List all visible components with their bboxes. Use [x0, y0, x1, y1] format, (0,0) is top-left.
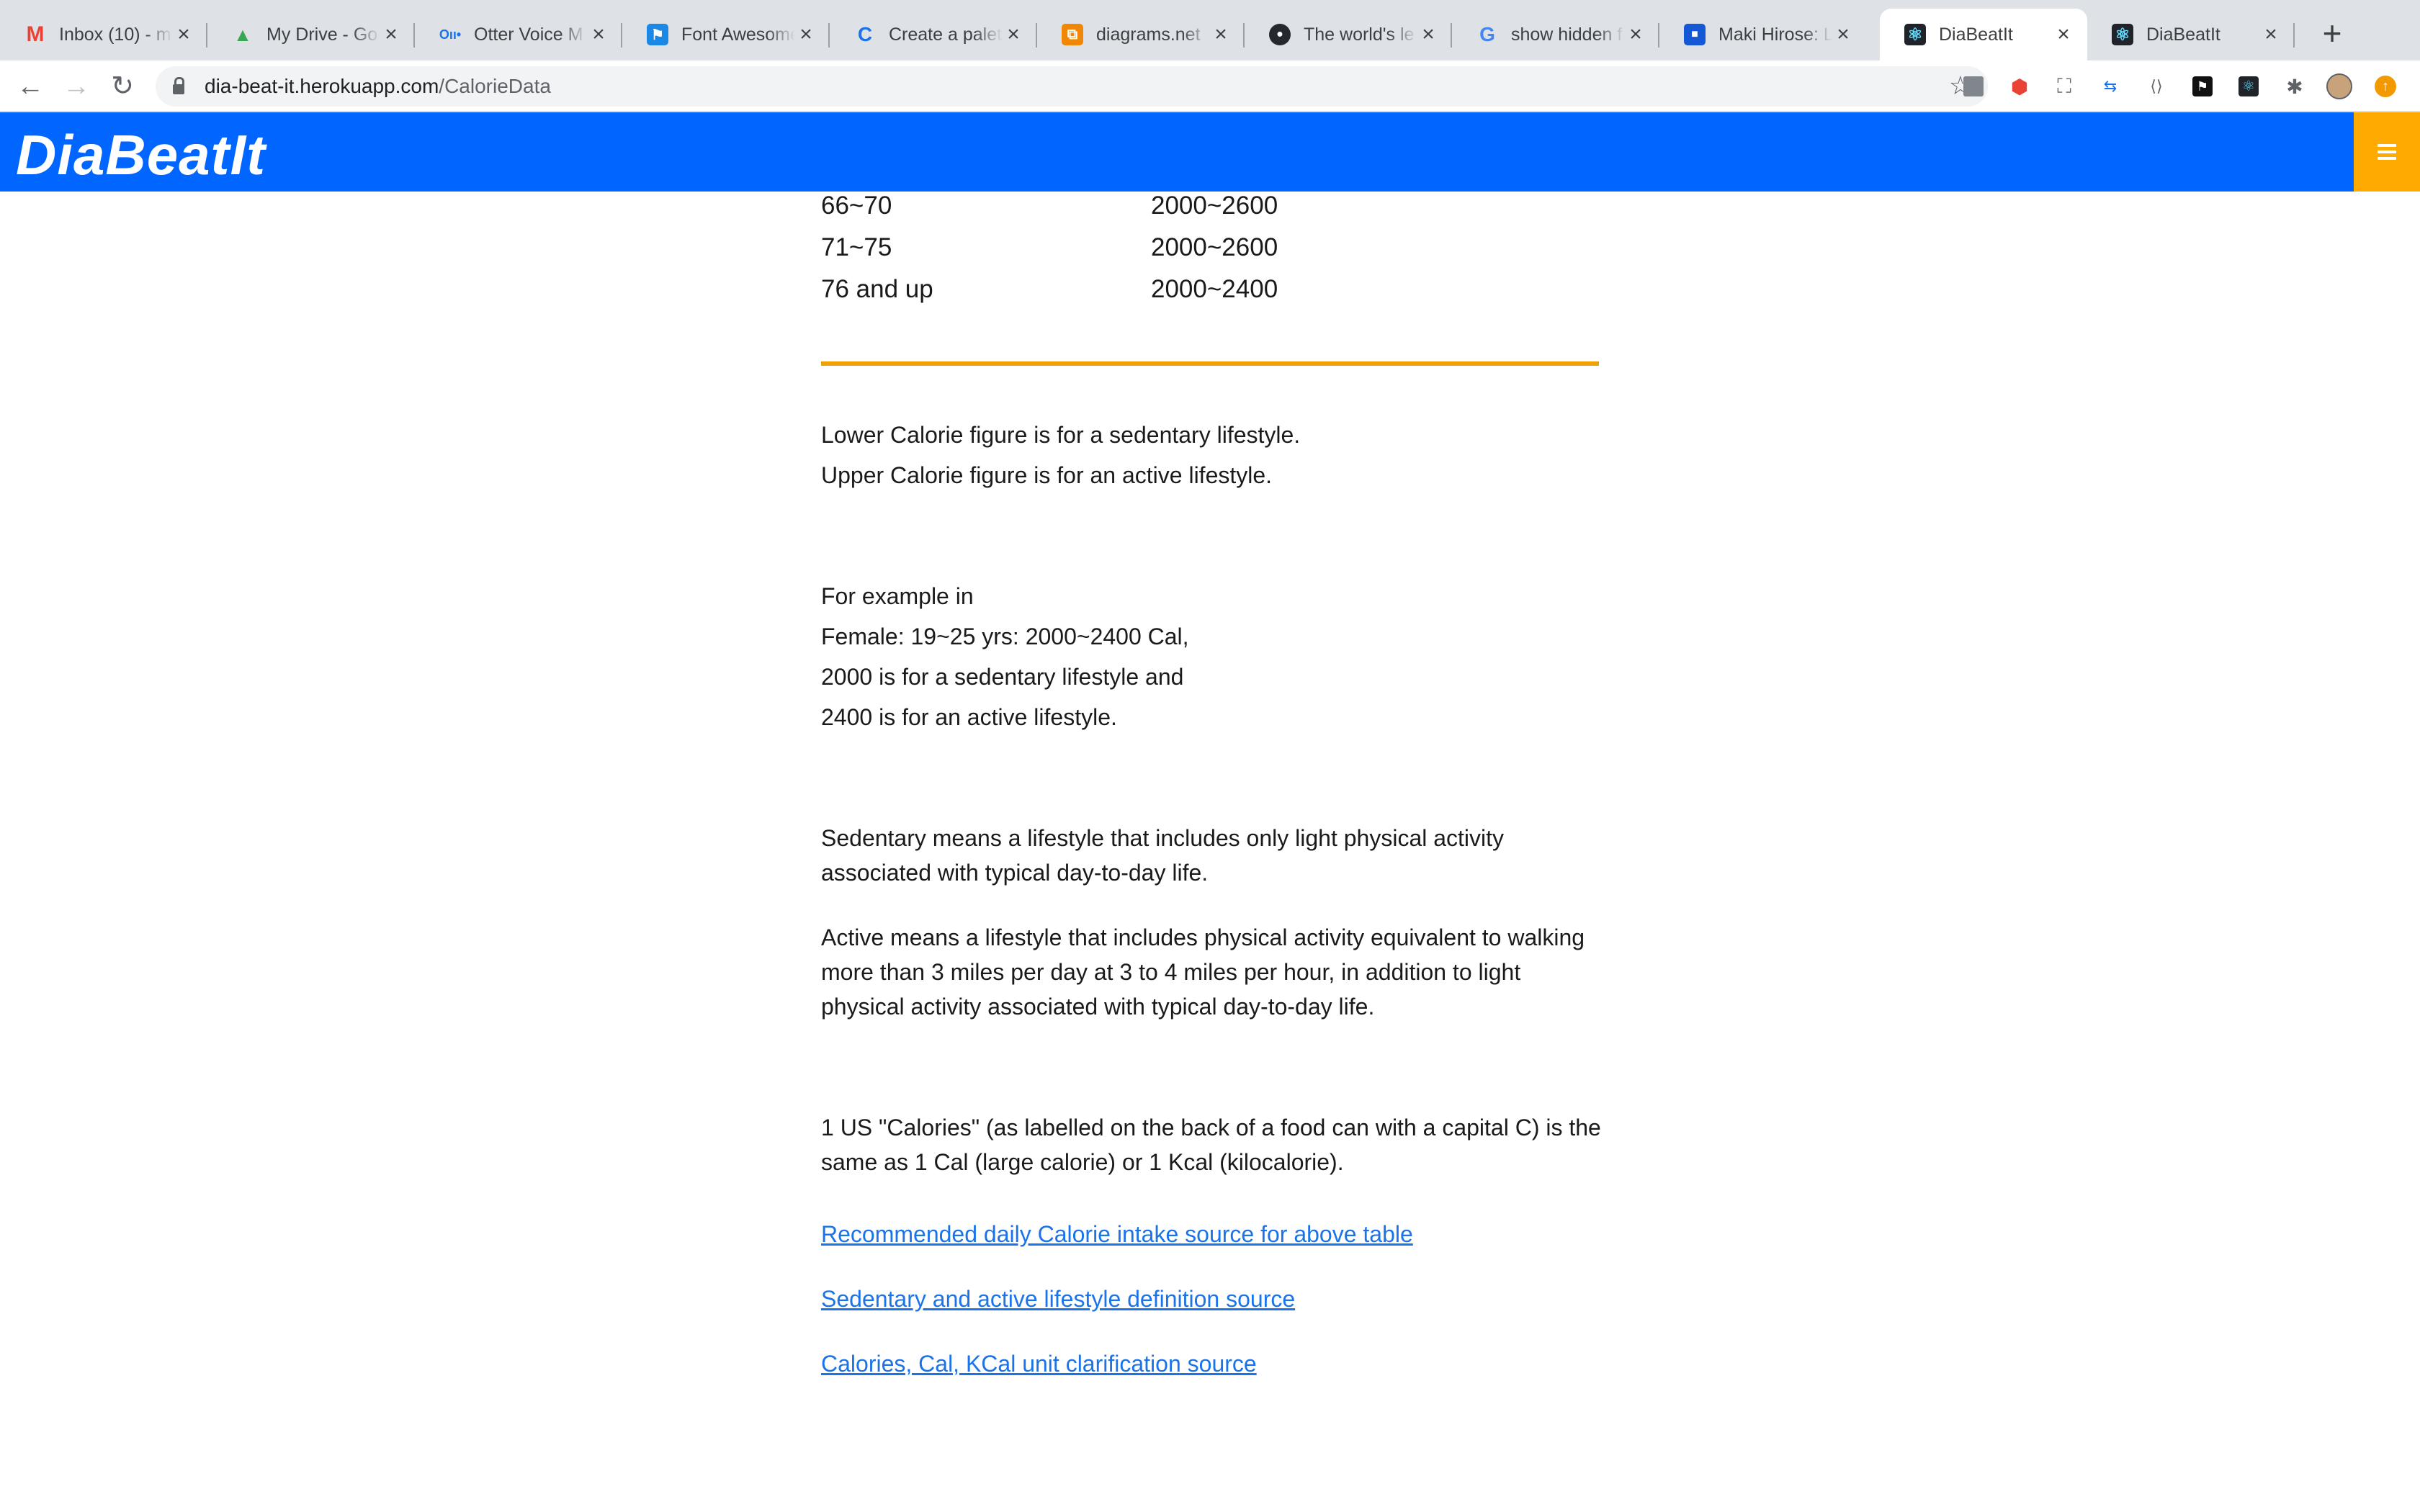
tab-github[interactable]: ● The world's le ×	[1245, 9, 1452, 60]
tab-coolors[interactable]: C Create a palet ×	[830, 9, 1037, 60]
google-icon: G	[1479, 23, 1495, 45]
react-devtools-icon[interactable]: ⚛	[2234, 72, 2263, 101]
example-line: Female: 19~25 yrs: 2000~2400 Cal,	[821, 624, 1189, 649]
close-icon[interactable]: ×	[795, 22, 817, 47]
calorie-intake-source-link[interactable]: Recommended daily Calorie intake source …	[821, 1221, 1413, 1248]
tab-diabeatit[interactable]: ⚛ DiaBeatIt ×	[2087, 9, 2295, 60]
tab-title: Create a palet	[889, 24, 1003, 45]
age-range: 71~75	[821, 233, 892, 261]
tab-trello[interactable]: ■ Maki Hirose: L ×	[1659, 9, 1867, 60]
example-line: 2000 is for a sedentary lifestyle and	[821, 664, 1184, 690]
update-icon[interactable]: ↑	[2371, 72, 2400, 101]
close-icon[interactable]: ×	[173, 22, 194, 47]
active-definition: Active means a lifestyle that includes p…	[821, 924, 1585, 1020]
app-logo[interactable]: DiaBeatIt	[16, 122, 266, 188]
transfer-arrows-icon[interactable]: ⇆	[2096, 72, 2125, 101]
tab-title: Maki Hirose: L	[1718, 24, 1832, 45]
tab-google-drive[interactable]: ▲ My Drive - Go ×	[207, 9, 415, 60]
app-header: DiaBeatIt	[0, 112, 2420, 192]
tab-google-search[interactable]: G show hidden f ×	[1452, 9, 1659, 60]
forward-arrow-icon[interactable]: →	[56, 66, 97, 107]
close-icon[interactable]: ×	[1210, 22, 1232, 47]
new-tab-button[interactable]: +	[2312, 13, 2352, 53]
close-icon[interactable]: ×	[1003, 22, 1024, 47]
puzzle-extensions-icon[interactable]: ✱	[2280, 72, 2309, 101]
tab-font-awesome[interactable]: ⚑ Font Awesome ×	[622, 9, 830, 60]
flag-extension-icon[interactable]: ⚑	[2188, 72, 2217, 101]
age-range: 76 and up	[821, 275, 933, 303]
code-icon[interactable]: ⟨⟩	[2142, 72, 2171, 101]
url-host: dia-beat-it.herokuapp.com	[205, 75, 439, 97]
tab-title: My Drive - Go	[266, 24, 378, 45]
example-line: For example in	[821, 583, 974, 609]
browser-toolbar: ← → ↻ dia-beat-it.herokuapp.com/CalorieD…	[0, 60, 2420, 112]
font-awesome-flag-icon: ⚑	[647, 24, 668, 45]
calorie-range: 2000~2600	[1151, 192, 1278, 220]
back-arrow-icon[interactable]: ←	[10, 66, 50, 107]
coolors-icon: C	[857, 23, 873, 45]
tab-title: Otter Voice M	[474, 24, 583, 45]
calorie-range: 2000~2400	[1151, 275, 1278, 303]
lock-icon	[173, 77, 184, 94]
close-icon[interactable]: ×	[2053, 22, 2074, 47]
tab-diagrams-net[interactable]: ⧉ diagrams.net ×	[1037, 9, 1245, 60]
reload-icon[interactable]: ↻	[102, 66, 143, 107]
diagrams-net-icon: ⧉	[1062, 24, 1083, 45]
close-icon[interactable]: ×	[2260, 22, 2282, 47]
close-icon[interactable]: ×	[380, 22, 402, 47]
hamburger-menu-button[interactable]	[2354, 112, 2420, 192]
tab-title: DiaBeatIt	[2146, 24, 2220, 45]
upper-calorie-note: Upper Calorie figure is for an active li…	[821, 462, 1273, 488]
tab-title: show hidden f	[1511, 24, 1623, 45]
extension-badge-icon[interactable]: ⬢	[2005, 72, 2034, 101]
github-icon: ●	[1269, 24, 1291, 45]
close-icon[interactable]: ×	[1832, 22, 1854, 47]
react-icon: ⚛	[2112, 24, 2133, 45]
close-icon[interactable]: ×	[588, 22, 609, 47]
address-bar[interactable]: dia-beat-it.herokuapp.com/CalorieData ☆	[156, 66, 1988, 107]
browser-tab-strip: M Inbox (10) - m × ▲ My Drive - Go × Oıı…	[0, 0, 2420, 60]
url-path: /CalorieData	[439, 75, 551, 97]
calorie-unit-source-link[interactable]: Calories, Cal, KCal unit clarification s…	[821, 1351, 1257, 1377]
lifestyle-definition-source-link[interactable]: Sedentary and active lifestyle definitio…	[821, 1286, 1295, 1313]
tab-title: DiaBeatIt	[1939, 24, 2013, 45]
tab-title: The world's le	[1304, 24, 1415, 45]
google-drive-icon: ▲	[233, 23, 252, 45]
tab-otter[interactable]: Oıı• Otter Voice M ×	[415, 9, 622, 60]
sedentary-definition: Sedentary means a lifestyle that include…	[821, 825, 1505, 886]
age-range: 66~70	[821, 192, 892, 220]
tab-title: diagrams.net	[1096, 24, 1201, 45]
trello-icon: ■	[1684, 24, 1706, 45]
section-divider	[821, 361, 1599, 366]
screenshot-icon[interactable]: ⛶	[2050, 72, 2079, 101]
react-icon: ⚛	[1904, 24, 1926, 45]
close-icon[interactable]: ×	[1417, 22, 1439, 47]
tab-title: Font Awesome	[681, 24, 795, 45]
url-text[interactable]: dia-beat-it.herokuapp.com/CalorieData	[205, 75, 551, 98]
tab-title: Inbox (10) - m	[59, 24, 171, 45]
otter-icon: Oıı•	[439, 27, 462, 42]
example-line: 2400 is for an active lifestyle.	[821, 704, 1117, 730]
tab-gmail[interactable]: M Inbox (10) - m ×	[0, 9, 207, 60]
calorie-unit-note: 1 US "Calories" (as labelled on the back…	[821, 1115, 1601, 1175]
tab-diabeatit-active[interactable]: ⚛ DiaBeatIt ×	[1880, 9, 2087, 60]
gmail-icon: M	[26, 22, 45, 46]
close-icon[interactable]: ×	[1625, 22, 1646, 47]
avatar[interactable]	[2325, 72, 2354, 101]
lower-calorie-note: Lower Calorie figure is for a sedentary …	[821, 422, 1301, 448]
calorie-range: 2000~2600	[1151, 233, 1278, 261]
extension-icon[interactable]	[1959, 72, 1988, 101]
